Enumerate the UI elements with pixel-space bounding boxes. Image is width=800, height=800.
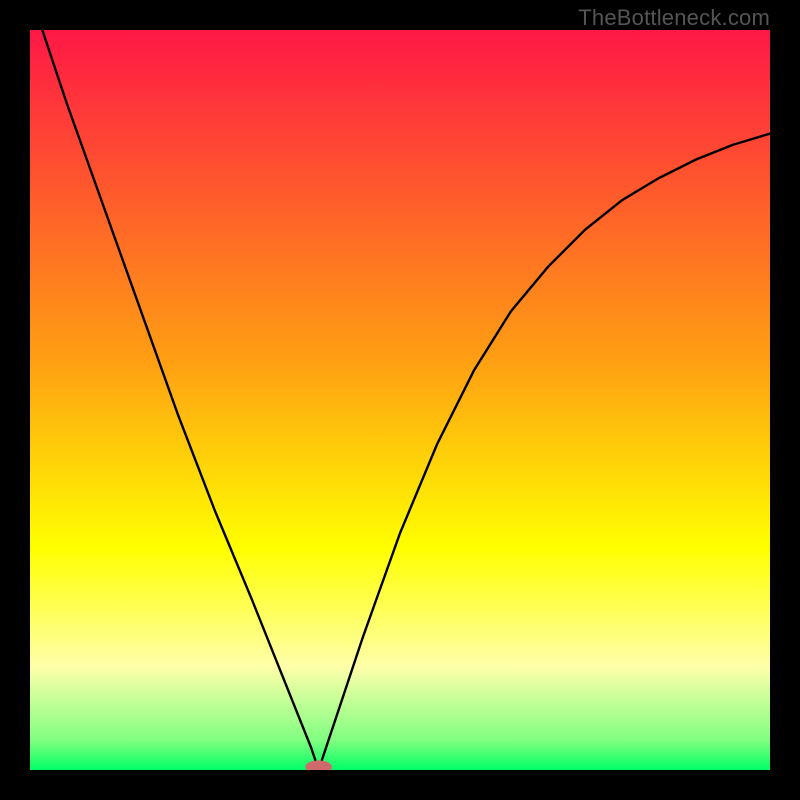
chart-frame: TheBottleneck.com (0, 0, 800, 800)
gradient-background (30, 30, 770, 770)
plot-area (30, 30, 770, 770)
watermark-text: TheBottleneck.com (578, 5, 770, 31)
bottleneck-chart (30, 30, 770, 770)
